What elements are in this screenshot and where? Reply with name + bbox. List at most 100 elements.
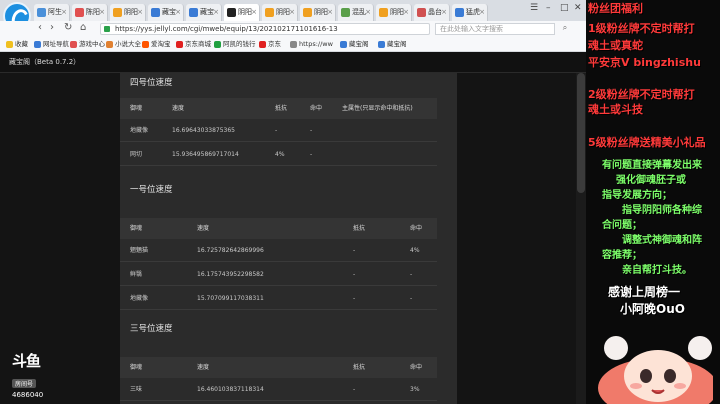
bookmark-label: 京东商城 [185, 40, 211, 48]
browser-tab[interactable]: 阴阳 × [376, 4, 412, 21]
bookmark-item[interactable]: 网址导航 [34, 39, 69, 50]
column-header: 御魂 [130, 225, 143, 232]
tab-close-icon[interactable]: × [99, 4, 105, 21]
tab-close-icon[interactable]: × [441, 4, 447, 21]
browser-tab[interactable]: 混乱 × [338, 4, 374, 21]
bookmark-item[interactable]: 爱淘宝 [142, 39, 171, 50]
scrollbar-thumb[interactable] [577, 73, 585, 193]
overlay-text-line: 强化御魂胚子或 [616, 175, 686, 186]
tab-close-icon[interactable]: × [61, 4, 67, 21]
tab-close-icon[interactable]: × [251, 4, 257, 21]
tab-close-icon[interactable]: × [403, 4, 409, 21]
overlay-text-line: 调整式神御魂和阵 [622, 235, 702, 246]
overlay-text-line: 容推荐； [602, 250, 642, 261]
forward-icon[interactable]: › [50, 22, 54, 33]
back-icon[interactable]: ‹ [38, 22, 42, 33]
minimize-icon[interactable]: – [546, 3, 551, 13]
bookmark-item[interactable]: 游戏中心 [70, 39, 105, 50]
maximize-icon[interactable]: □ [560, 3, 569, 13]
browser-tab[interactable]: 阴阳 × [110, 4, 146, 21]
table-cell: 3% [410, 386, 420, 393]
table-cell: 16.725782642869996 [197, 247, 264, 254]
bookmark-icon [70, 41, 77, 48]
avatar-ear-left [604, 336, 628, 360]
tab-close-icon[interactable]: × [365, 4, 371, 21]
section-title: 一号位速度 [130, 185, 173, 195]
browser-tab[interactable]: 藏宝 × [186, 4, 222, 21]
scrollbar[interactable] [576, 73, 586, 404]
bookmark-icon [106, 41, 113, 48]
tab-close-icon[interactable]: × [327, 4, 333, 21]
bookmark-item[interactable]: 阿凯的钱行 [214, 39, 256, 50]
browser-tab[interactable]: 猛虎 × [452, 4, 488, 21]
search-icon[interactable]: ⌕ [558, 23, 572, 35]
tab-close-icon[interactable]: × [213, 4, 219, 21]
table-cell: - [353, 386, 356, 393]
tab-label: 阿生 [48, 8, 62, 16]
table-row: 魍魉猫 16.725782642869996 - 4% [120, 239, 437, 262]
bookmark-icon [259, 41, 266, 48]
browser-tab[interactable]: 阿生 × [34, 4, 70, 21]
tab-favicon-icon [189, 8, 198, 17]
table-cell: 鲜翳 [130, 271, 143, 278]
tab-favicon-icon [417, 8, 426, 17]
address-bar[interactable]: https://yys.jellyl.com/cgi/mweb/equip/13… [100, 23, 430, 35]
anime-avatar-image [598, 336, 718, 404]
tab-favicon-icon [113, 8, 122, 17]
table-header: 御魂 速度 抵抗 命中 [120, 357, 437, 378]
section-title: 四号位速度 [130, 78, 173, 88]
column-header: 速度 [197, 225, 210, 232]
column-header: 速度 [197, 364, 210, 371]
avatar-ear-right [688, 336, 712, 360]
bookmark-label: 小说大全 [115, 40, 141, 48]
address-text: https://yys.jellyl.com/cgi/mweb/equip/13… [115, 25, 338, 33]
browser-tab[interactable]: 陈阳 × [72, 4, 108, 21]
overlay-text-line: 平安京V bingzhishu [588, 56, 701, 69]
menu-icon[interactable]: ☰ [530, 3, 538, 13]
browser-tab[interactable]: 阴阳 × [262, 4, 298, 21]
avatar-face [624, 350, 692, 402]
bookmark-icon [34, 41, 41, 48]
bookmark-icon [340, 41, 347, 48]
overlay-text-line: 魂土或斗技 [588, 103, 643, 116]
browser-tab[interactable]: 阴阳 × [224, 4, 260, 21]
tab-close-icon[interactable]: × [175, 4, 181, 21]
bookmark-item[interactable]: 小说大全 [106, 39, 141, 50]
overlay-text-line: 5级粉丝牌送精美小礼品 [588, 136, 706, 149]
bookmark-label: 藏宝阁 [387, 40, 407, 48]
search-input[interactable]: 在此处输入文字搜索 [435, 23, 555, 35]
home-icon[interactable]: ⌂ [80, 22, 86, 33]
tab-close-icon[interactable]: × [289, 4, 295, 21]
column-header: 命中 [410, 364, 423, 371]
app-title: 藏宝阁（Beta 0.7.2） [9, 58, 81, 66]
web-page: 藏宝阁（Beta 0.7.2） 四号位速度 御魂 速度 抵抗 命中 主属性(只显示命中和抵… [0, 52, 586, 404]
refresh-icon[interactable]: ↻ [64, 22, 72, 33]
overlay-text-line: 粉丝团福利 [588, 2, 643, 15]
section-title: 三号位速度 [130, 324, 173, 334]
browser-tab[interactable]: 阴阳 × [300, 4, 336, 21]
overlay-text-line: 感谢上周榜一 [608, 285, 681, 299]
table-row: 地藏像 15.707099117038311 - - [120, 287, 437, 310]
tab-label: 猛虎 [466, 8, 480, 16]
table-cell: 4% [410, 247, 420, 254]
table-header: 御魂 速度 抵抗 命中 [120, 218, 437, 239]
table-row: 鲜翳 16.175743952298582 - - [120, 263, 437, 286]
tab-close-icon[interactable]: × [479, 4, 485, 21]
table-cell: 地藏像 [130, 127, 149, 134]
bookmark-item[interactable]: 京东商城 [176, 39, 211, 50]
bookmark-item[interactable]: 京东 [259, 39, 281, 50]
tab-favicon-icon [227, 8, 236, 17]
app-header: 藏宝阁（Beta 0.7.2） [0, 52, 586, 73]
close-icon[interactable]: ✕ [574, 3, 582, 13]
bookmark-item[interactable]: 藏宝阁 [340, 39, 369, 50]
tab-close-icon[interactable]: × [137, 4, 143, 21]
browser-tab[interactable]: 藏宝 × [148, 4, 184, 21]
bookmark-icon [142, 41, 149, 48]
browser-tab[interactable]: 晶台 × [414, 4, 450, 21]
bookmark-item[interactable]: 藏宝阁 [378, 39, 407, 50]
douyu-logo: 斗鱼 [12, 352, 41, 370]
avatar-right-eye [664, 369, 676, 383]
tab-favicon-icon [379, 8, 388, 17]
bookmark-item[interactable]: 收藏 [6, 39, 28, 50]
bookmark-item[interactable]: https://ww [290, 39, 333, 50]
